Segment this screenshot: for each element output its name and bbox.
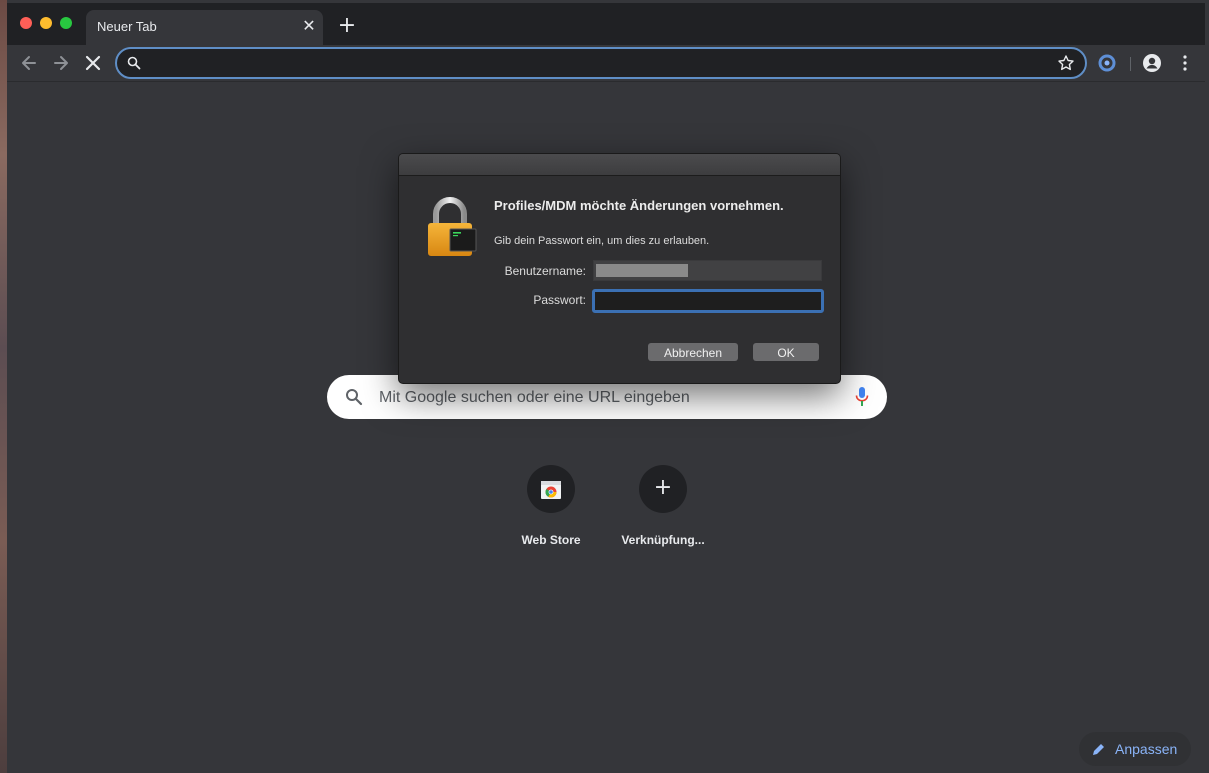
search-icon [346, 389, 363, 406]
lock-icon [428, 197, 477, 256]
ok-button[interactable]: OK [753, 343, 819, 361]
window-minimize-button[interactable] [40, 17, 52, 29]
desktop-background [0, 0, 7, 773]
browser-window: Neuer Tab ✕ + Mit Google suchen oder ein… [7, 3, 1205, 773]
stop-icon[interactable] [83, 53, 103, 73]
shortcut-web-store[interactable]: Web Store [495, 465, 607, 561]
plus-icon: + [653, 475, 673, 500]
mic-icon[interactable] [855, 387, 869, 407]
tab-close-icon[interactable]: ✕ [299, 17, 319, 37]
tab-strip: Neuer Tab ✕ + [7, 3, 1205, 45]
tab-neuer-tab[interactable]: Neuer Tab ✕ [86, 10, 323, 45]
password-label: Passwort: [533, 293, 586, 307]
shortcut-icon-circle: + [639, 465, 687, 513]
profile-icon[interactable] [1142, 53, 1162, 73]
address-bar[interactable] [115, 47, 1087, 79]
toolbar [7, 45, 1205, 82]
dialog-message: Gib dein Passwort ein, um dies zu erlaub… [494, 235, 710, 247]
window-maximize-button[interactable] [60, 17, 72, 29]
search-icon [127, 56, 141, 70]
shortcut-label: Web Store [521, 533, 581, 547]
menu-icon[interactable] [1177, 54, 1193, 72]
star-icon[interactable] [1057, 54, 1075, 72]
dialog-titlebar [399, 154, 840, 176]
username-field[interactable] [593, 260, 822, 281]
cancel-button[interactable]: Abbrechen [648, 343, 738, 361]
extension-icon[interactable] [1098, 54, 1116, 72]
auth-dialog: Profiles/MDM möchte Änderungen vornehmen… [398, 153, 841, 384]
shortcut-add[interactable]: + Verknüpfung... [607, 465, 719, 561]
web-store-icon [541, 481, 561, 499]
forward-arrow-icon[interactable] [51, 53, 71, 73]
window-close-button[interactable] [20, 17, 32, 29]
customize-label: Anpassen [1115, 741, 1178, 757]
username-value-redacted [596, 264, 688, 277]
shortcut-label: Verknüpfung... [621, 533, 705, 547]
back-arrow-icon[interactable] [19, 53, 39, 73]
toolbar-divider [1130, 57, 1131, 71]
password-field[interactable] [592, 289, 824, 313]
dialog-title: Profiles/MDM möchte Änderungen vornehmen… [494, 198, 784, 213]
tab-title: Neuer Tab [97, 19, 157, 34]
customize-button[interactable]: Anpassen [1079, 732, 1191, 766]
pencil-icon [1093, 742, 1106, 755]
new-tab-button[interactable]: + [336, 15, 358, 37]
username-label: Benutzername: [504, 264, 586, 278]
shortcut-icon-circle [527, 465, 575, 513]
